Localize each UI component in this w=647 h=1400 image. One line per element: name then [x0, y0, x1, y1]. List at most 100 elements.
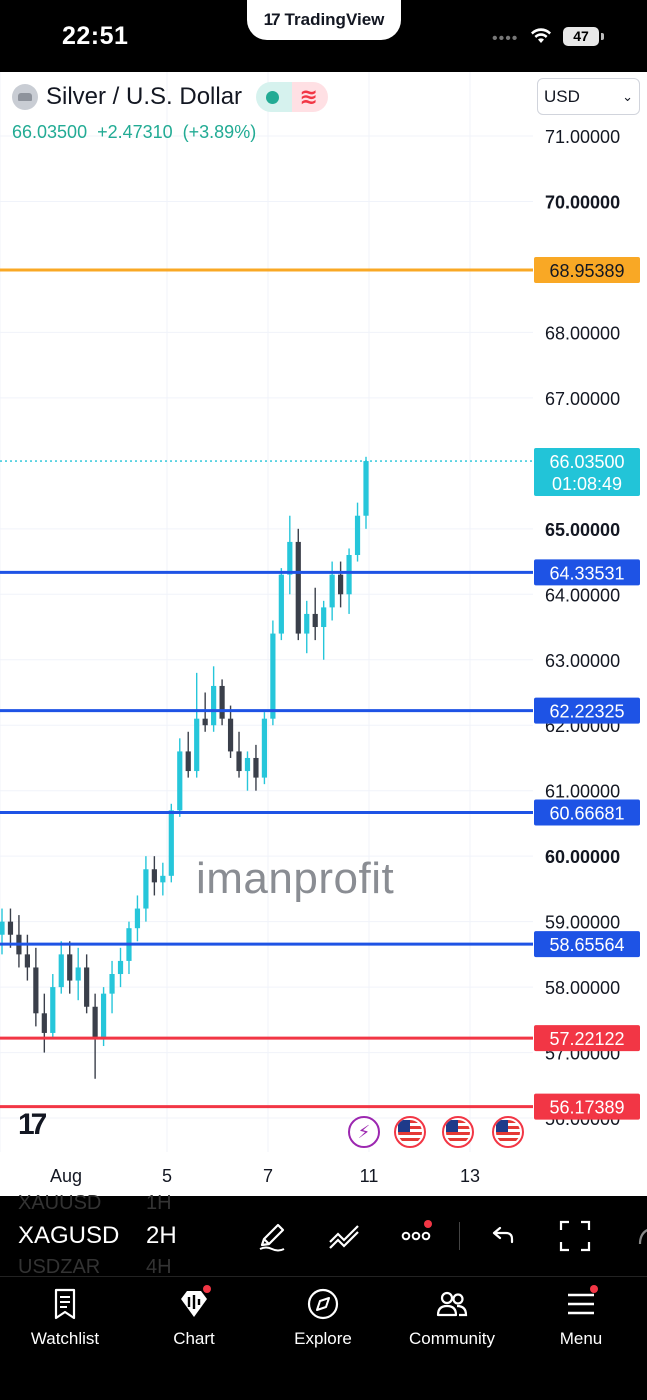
- event-markers: ⚡: [348, 1116, 524, 1148]
- candle-body[interactable]: [261, 718, 268, 778]
- fullscreen-icon[interactable]: [557, 1218, 593, 1254]
- community-icon: [435, 1287, 469, 1321]
- silver-icon: [12, 84, 38, 110]
- tradingview-chart-logo-icon[interactable]: 17: [18, 1108, 47, 1142]
- signal-icon: ••••: [492, 30, 519, 47]
- nav-watchlist[interactable]: Watchlist: [5, 1287, 125, 1349]
- candle-body[interactable]: [185, 751, 191, 772]
- candle-body[interactable]: [33, 967, 39, 1014]
- candle-body[interactable]: [84, 967, 90, 1007]
- candle-body[interactable]: [202, 718, 208, 726]
- price-change-pct: (+3.89%): [182, 122, 257, 142]
- y-axis-tick-label: 65.00000: [545, 520, 620, 540]
- currency-value: USD: [544, 86, 580, 106]
- extra-tool-icon[interactable]: [630, 1218, 647, 1254]
- chart-area[interactable]: 71.00000 70.00000 68.00000 67.00000 65.00000…: [0, 72, 647, 1196]
- candle-body[interactable]: [354, 515, 361, 556]
- notification-dot-icon: [424, 1220, 432, 1228]
- candle-body[interactable]: [312, 613, 318, 628]
- level-price-label: 56.17389: [549, 1098, 624, 1118]
- candle-body[interactable]: [270, 633, 276, 719]
- candle-body[interactable]: [7, 921, 14, 935]
- candle-body[interactable]: [100, 993, 107, 1040]
- candle-body[interactable]: [236, 751, 242, 772]
- menu-icon: [564, 1285, 598, 1321]
- undo-icon[interactable]: [484, 1218, 520, 1254]
- y-axis-tick-label: 71.00000: [545, 127, 620, 147]
- timeframe-current[interactable]: 2H: [146, 1222, 177, 1250]
- lightning-event-icon[interactable]: ⚡: [348, 1116, 380, 1148]
- candle-body[interactable]: [50, 987, 56, 1033]
- level-price-label: 64.33531: [549, 563, 624, 583]
- price-summary: 66.03500 +2.47310 (+3.89%): [12, 122, 256, 143]
- price-change: +2.47310: [97, 122, 173, 142]
- nav-community[interactable]: Community: [392, 1287, 512, 1349]
- candle-body[interactable]: [211, 685, 217, 726]
- drawing-pen-icon[interactable]: [254, 1218, 290, 1254]
- x-axis-tick-label: 13: [460, 1166, 480, 1186]
- candle-body[interactable]: [321, 607, 327, 628]
- candle-body[interactable]: [287, 541, 293, 575]
- currency-select[interactable]: USD ⌄: [537, 78, 640, 115]
- candle-body[interactable]: [244, 757, 251, 772]
- candle-body[interactable]: [134, 908, 141, 929]
- nav-label: Community: [409, 1329, 495, 1348]
- market-status-chip[interactable]: ≋: [256, 82, 329, 112]
- candle-body[interactable]: [24, 954, 30, 968]
- watermark: imanprofit: [196, 854, 395, 903]
- drawing-tools-icon[interactable]: [326, 1218, 362, 1254]
- candle-body[interactable]: [253, 757, 259, 778]
- candle-body[interactable]: [143, 869, 149, 909]
- candle-body[interactable]: [92, 1006, 98, 1040]
- tradingview-pill[interactable]: 17 TradingView: [247, 0, 401, 40]
- nav-chart[interactable]: Chart: [134, 1285, 254, 1349]
- us-flag-event-icon[interactable]: [442, 1116, 474, 1148]
- candle-body[interactable]: [363, 461, 369, 516]
- y-axis-tick-label: 64.00000: [545, 585, 620, 605]
- nav-label: Menu: [559, 1329, 603, 1348]
- timeframe-picker[interactable]: 1H 2H 4H: [146, 1192, 216, 1278]
- symbol-picker[interactable]: XAUUSD XAGUSD USDZAR: [18, 1192, 138, 1278]
- candle-body[interactable]: [278, 574, 284, 634]
- candle-body[interactable]: [346, 555, 352, 595]
- more-options-icon[interactable]: [398, 1218, 434, 1254]
- candle-body[interactable]: [0, 921, 5, 935]
- candle-body[interactable]: [177, 751, 183, 811]
- candle-body[interactable]: [194, 718, 200, 772]
- nav-menu[interactable]: Menu: [521, 1285, 641, 1349]
- candle-body[interactable]: [41, 1013, 47, 1033]
- candle-body[interactable]: [160, 875, 166, 883]
- x-axis-tick-label: 5: [162, 1166, 172, 1186]
- clock: 22:51: [62, 22, 129, 50]
- chart-icon: [177, 1285, 211, 1321]
- candle-body[interactable]: [304, 613, 310, 634]
- us-flag-event-icon[interactable]: [394, 1116, 426, 1148]
- y-axis-tick-label: 58.00000: [545, 978, 620, 998]
- y-axis-tick-label: 63.00000: [545, 651, 620, 671]
- price-chart[interactable]: 71.00000 70.00000 68.00000 67.00000 65.00000…: [0, 72, 647, 1196]
- candle-body[interactable]: [109, 974, 115, 994]
- us-flag-event-icon[interactable]: [492, 1116, 524, 1148]
- candle-body[interactable]: [329, 574, 335, 608]
- candle-body[interactable]: [117, 960, 124, 975]
- candle-body[interactable]: [338, 574, 344, 595]
- candle-body[interactable]: [168, 810, 174, 876]
- candle-countdown-label: 01:08:49: [552, 474, 622, 494]
- candle-body[interactable]: [219, 685, 225, 719]
- chart-toolbar: XAUUSD XAGUSD USDZAR 1H 2H 4H: [0, 1192, 647, 1278]
- notification-dot-icon: [590, 1285, 598, 1293]
- candle-body[interactable]: [75, 967, 81, 981]
- y-axis-tick-label: 68.00000: [545, 323, 620, 343]
- symbol-current[interactable]: XAGUSD: [18, 1222, 119, 1250]
- candle-body[interactable]: [58, 954, 64, 988]
- level-price-label: 57.22122: [549, 1029, 624, 1049]
- candle-body[interactable]: [227, 718, 234, 752]
- status-bar: 22:51 17 TradingView •••• 47: [0, 0, 647, 72]
- symbol-header[interactable]: Silver / U.S. Dollar ≋: [12, 82, 329, 112]
- nav-explore[interactable]: Explore: [263, 1287, 383, 1349]
- symbol-name[interactable]: Silver / U.S. Dollar: [46, 83, 242, 111]
- candle-body[interactable]: [151, 869, 157, 883]
- battery-indicator: 47: [563, 27, 604, 46]
- candle-body[interactable]: [295, 541, 301, 634]
- candle-body[interactable]: [67, 954, 73, 981]
